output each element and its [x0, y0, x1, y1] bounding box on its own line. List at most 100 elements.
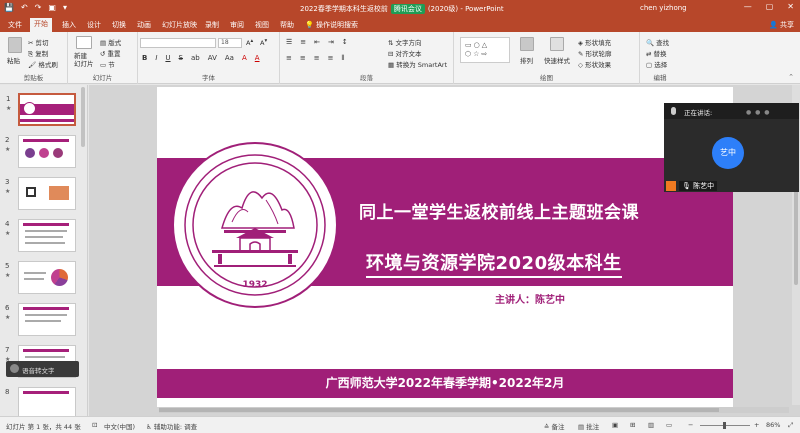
tab-review[interactable]: 审阅 [226, 19, 248, 31]
cut-button[interactable]: ✂ 剪切 [28, 37, 49, 47]
bold-button[interactable]: B [142, 54, 147, 62]
shape-effects-button[interactable]: ◇ 形状效果 [578, 59, 611, 69]
slideshow-view-icon[interactable]: ▭ [666, 421, 672, 429]
format-painter-button[interactable]: 🖌 格式刷 [28, 59, 58, 69]
tab-animations[interactable]: 动画 [133, 19, 155, 31]
zoom-in-button[interactable]: + [754, 421, 759, 429]
customize-qat-icon[interactable]: ▾ [63, 3, 67, 12]
reset-button[interactable]: ↺ 重置 [100, 48, 121, 58]
underline-button[interactable]: U [165, 54, 170, 62]
layout-button[interactable]: ▤ 版式 [100, 37, 121, 47]
footer-text[interactable]: 广西师范大学2022年春季学期•2022年2月 [157, 374, 733, 391]
replace-button[interactable]: ⇄ 替换 [646, 48, 667, 58]
presenter-text[interactable]: 主讲人：陈艺中 [495, 291, 565, 306]
maximize-button[interactable]: ▢ [766, 2, 774, 11]
slide-title-line-1[interactable]: 同上一堂学生返校前线上主题班会课 [359, 198, 639, 223]
minimize-button[interactable]: — [744, 2, 752, 11]
shadow-button[interactable]: S [179, 54, 183, 62]
quick-styles-button[interactable]: 快速样式 [544, 55, 570, 65]
account-name[interactable]: chen yizhong [640, 4, 687, 12]
arrange-button[interactable]: 排列 [520, 55, 533, 65]
section-button[interactable]: ▭ 节 [100, 59, 115, 69]
paste-icon[interactable] [8, 37, 22, 53]
font-color-button[interactable]: A [255, 54, 260, 62]
decrease-indent-icon[interactable]: ⇤ [314, 38, 320, 46]
redo-icon[interactable]: ↷ [35, 3, 42, 12]
columns-icon[interactable]: ⫴ [342, 54, 345, 63]
shrink-font-button[interactable]: A▾ [260, 38, 267, 47]
start-slideshow-icon[interactable]: ▣ [48, 3, 56, 12]
thumbnail-scrollbar[interactable] [81, 87, 85, 147]
find-button[interactable]: 🔍 查找 [646, 37, 669, 47]
slide-thumbnail-8[interactable]: 8 [5, 387, 76, 416]
current-slide[interactable]: 1932 同上一堂学生返校前线上主题班会课 环境与资源学院2020级本科生 主讲… [157, 87, 733, 407]
meeting-speaker-panel[interactable]: 正在讲话: ● ● ● 艺中 🎙 陈艺中 [664, 103, 799, 192]
zoom-out-button[interactable]: − [688, 421, 693, 429]
undo-icon[interactable]: ↶ [21, 3, 28, 12]
shape-outline-button[interactable]: ✎ 形状轮廓 [578, 48, 612, 58]
shape-fill-button[interactable]: ◈ 形状填充 [578, 37, 611, 47]
slide-thumbnail-3[interactable]: 3 ★ [5, 177, 76, 210]
speech-to-text-toast[interactable]: 语音转文字 [6, 361, 79, 377]
zoom-slider-thumb[interactable] [723, 422, 726, 429]
paste-button[interactable]: 粘贴 [7, 55, 20, 65]
line-spacing-icon[interactable]: ↕ [342, 38, 348, 46]
accessibility-button[interactable]: ♿ 辅助功能: 调查 [146, 421, 197, 431]
align-right-icon[interactable]: ≡ [314, 54, 320, 63]
justify-icon[interactable]: ≡ [328, 54, 334, 63]
quick-styles-icon[interactable] [550, 37, 564, 51]
tab-design[interactable]: 设计 [83, 19, 105, 31]
align-text-button[interactable]: ⊟ 对齐文本 [388, 48, 422, 58]
slide-thumbnail-5[interactable]: 5 ★ [5, 261, 76, 294]
tab-insert[interactable]: 插入 [58, 19, 80, 31]
collapse-ribbon-icon[interactable]: ⌃ [788, 73, 794, 81]
horizontal-scrollbar[interactable] [159, 407, 789, 413]
font-size-input[interactable]: 18 [218, 38, 242, 48]
spell-check-icon[interactable]: ⊡ [92, 421, 97, 429]
bullets-icon[interactable]: ☰ [286, 38, 292, 46]
tab-file[interactable]: 文件 [4, 19, 26, 31]
tab-home[interactable]: 开始 [30, 18, 52, 32]
share-button[interactable]: 👤 共享 [769, 20, 794, 30]
language-indicator[interactable]: 中文(中国) [104, 421, 135, 431]
close-button[interactable]: ✕ [787, 2, 794, 11]
grow-font-button[interactable]: A▴ [246, 38, 253, 47]
align-center-icon[interactable]: ≡ [300, 54, 306, 63]
arrange-icon[interactable] [520, 37, 534, 51]
new-slide-icon[interactable] [76, 36, 92, 49]
shapes-gallery[interactable]: ▭○△ ⬡☆⇨ [460, 37, 510, 63]
tab-help[interactable]: 帮助 [276, 19, 298, 31]
slide-thumbnail-6[interactable]: 6 ★ [5, 303, 76, 336]
tab-view[interactable]: 视图 [251, 19, 273, 31]
zoom-level[interactable]: 86% [766, 421, 780, 429]
italic-button[interactable]: I [155, 54, 157, 62]
slide-title-line-2[interactable]: 环境与资源学院2020级本科生 [366, 249, 622, 278]
tab-slideshow[interactable]: 幻灯片放映 [158, 19, 201, 31]
slide-thumbnail-4[interactable]: 4 ★ [5, 219, 76, 252]
fit-to-window-icon[interactable]: ⤢ [788, 421, 793, 430]
text-direction-button[interactable]: ⇅ 文字方向 [388, 37, 422, 47]
highlight-button[interactable]: A [242, 54, 247, 62]
tab-record[interactable]: 录制 [201, 19, 223, 31]
meeting-badge[interactable]: 腾讯会议 [390, 4, 425, 14]
zoom-slider[interactable] [700, 422, 750, 429]
numbering-icon[interactable]: ≡ [300, 38, 306, 46]
slide-sorter-icon[interactable]: ⊞ [630, 421, 635, 429]
strikethrough-button[interactable]: ab [191, 54, 200, 62]
increase-indent-icon[interactable]: ⇥ [328, 38, 334, 46]
reading-view-icon[interactable]: ▥ [648, 421, 654, 429]
copy-button[interactable]: ⎘ 复制 [28, 48, 48, 59]
normal-view-icon[interactable]: ▣ [612, 421, 618, 429]
tab-transitions[interactable]: 切换 [108, 19, 130, 31]
notes-button[interactable]: ≙ 备注 [544, 421, 565, 431]
select-button[interactable]: ▢ 选择 [646, 59, 667, 69]
slide-thumbnail-1[interactable]: 1 ★ [6, 93, 76, 126]
font-name-input[interactable] [140, 38, 216, 48]
tell-me-search[interactable]: 💡 操作说明搜索 [305, 20, 358, 30]
slide-thumbnail-2[interactable]: 2 ★ [5, 135, 76, 168]
align-left-icon[interactable]: ≡ [286, 54, 292, 63]
smartart-button[interactable]: ▦ 转换为 SmartArt [388, 59, 447, 69]
save-icon[interactable]: 💾 [4, 3, 14, 12]
scrollbar-thumb[interactable] [159, 408, 719, 412]
comments-button[interactable]: ▤ 批注 [578, 421, 599, 431]
